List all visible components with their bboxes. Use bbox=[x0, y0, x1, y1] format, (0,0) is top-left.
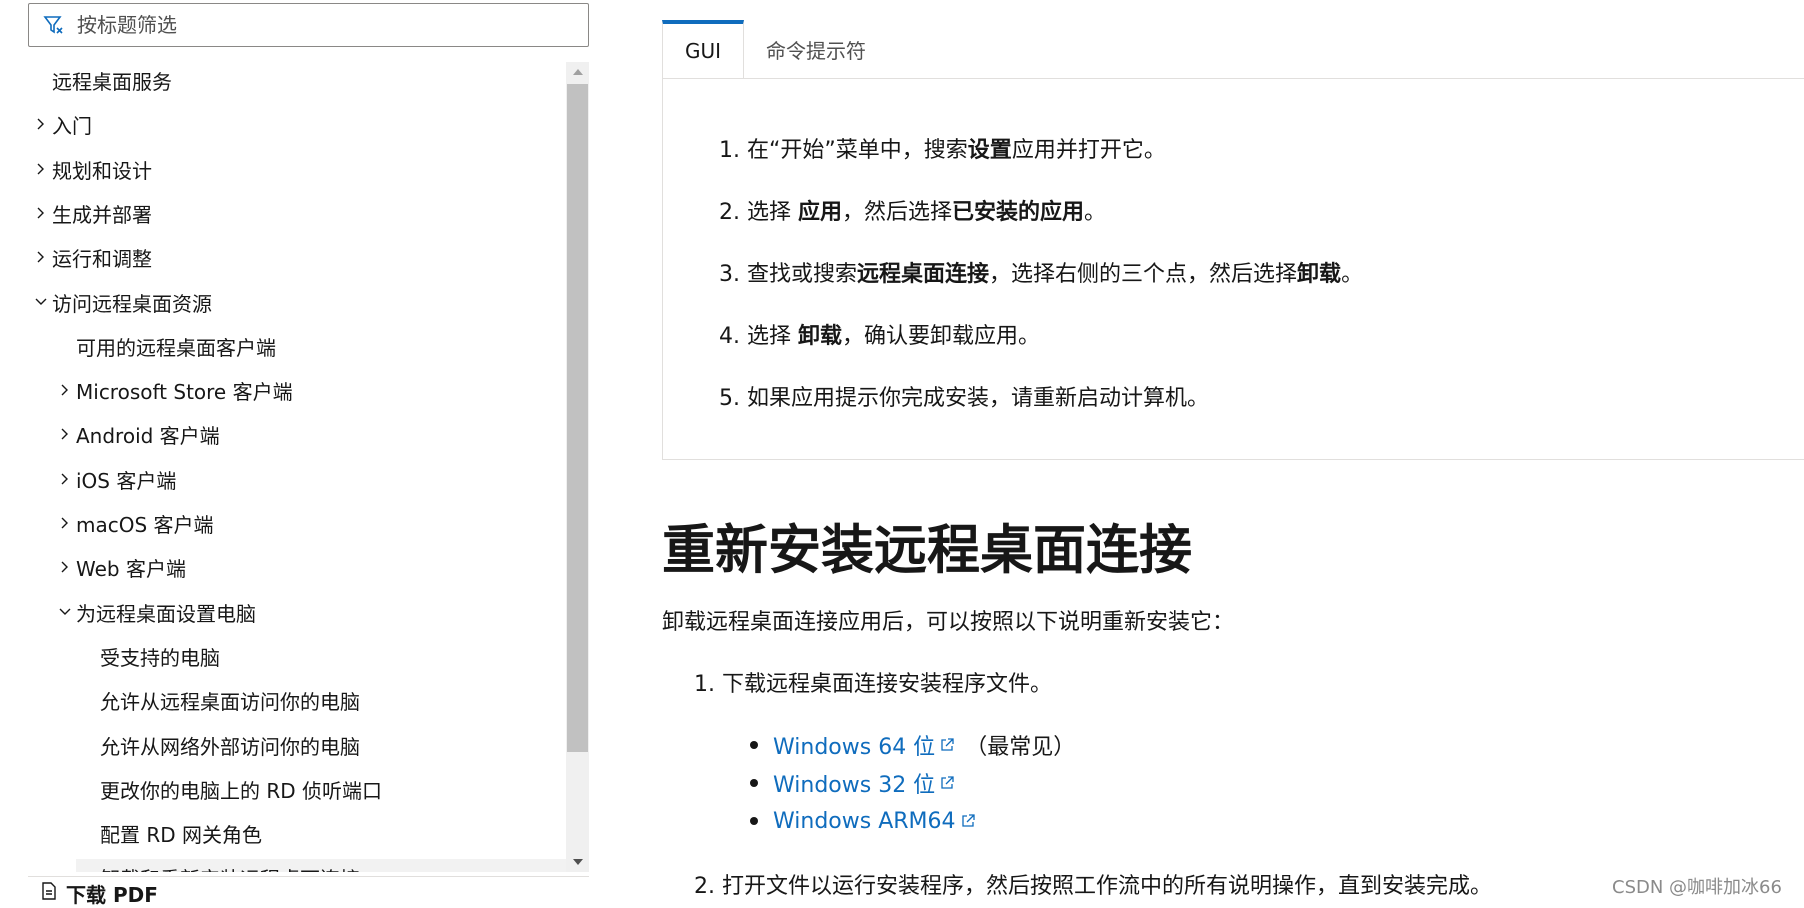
reinstall-step-2: 2. 打开文件以运行安装程序，然后按照工作流中的所有说明操作，直到安装完成。 bbox=[694, 874, 1492, 899]
tab-list: GUI 命令提示符 bbox=[662, 20, 888, 78]
toc-scrollbar[interactable] bbox=[566, 62, 589, 872]
gui-step-emphasis: 卸载 bbox=[798, 324, 843, 349]
tab-command-prompt[interactable]: 命令提示符 bbox=[744, 20, 888, 78]
chevron-right-icon[interactable] bbox=[58, 427, 72, 441]
gui-step-text: ，选择右侧的三个点，然后选择 bbox=[989, 262, 1298, 287]
scroll-thumb[interactable] bbox=[567, 84, 588, 752]
bullet bbox=[750, 741, 758, 749]
chevron-right-icon[interactable] bbox=[58, 516, 72, 530]
bullet bbox=[750, 817, 758, 825]
download-link-item: Windows ARM64 bbox=[750, 802, 1075, 840]
scroll-down-arrow-icon[interactable] bbox=[566, 852, 589, 872]
toc-divider bbox=[28, 876, 589, 877]
reinstall-step-1: 1. 下载远程桌面连接安装程序文件。 bbox=[694, 672, 1052, 697]
section-intro: 卸载远程桌面连接应用后，可以按照以下说明重新安装它： bbox=[662, 610, 1235, 635]
download-link[interactable]: Windows 32 位 bbox=[773, 767, 955, 799]
pdf-icon bbox=[42, 881, 56, 905]
gui-step-number: 1. bbox=[719, 138, 740, 163]
toc-item[interactable]: 卸载和重新安装远程桌面连接 bbox=[76, 859, 566, 872]
chevron-right-icon[interactable] bbox=[58, 560, 72, 574]
gui-step-emphasis: 设置 bbox=[967, 138, 1012, 163]
toc-item-label: 为远程桌面设置电脑 bbox=[76, 601, 256, 626]
chevron-right-icon[interactable] bbox=[34, 250, 48, 264]
toc-item-label: Microsoft Store 客户端 bbox=[76, 379, 293, 404]
download-link[interactable]: Windows ARM64 bbox=[773, 809, 976, 834]
gui-step-text: 查找或搜索 bbox=[747, 262, 858, 287]
filter-icon bbox=[43, 14, 65, 36]
toc-item-label: 受支持的电脑 bbox=[100, 645, 220, 670]
gui-step-emphasis: 应用 bbox=[798, 200, 843, 225]
toc-item-label: 远程桌面服务 bbox=[52, 69, 172, 94]
download-link[interactable]: Windows 64 位 bbox=[773, 729, 955, 761]
toc-item-label: 更改你的电脑上的 RD 侦听端口 bbox=[100, 778, 383, 803]
gui-step: 1. 在“开始”菜单中，搜索设置应用并打开它。 bbox=[719, 132, 1166, 164]
gui-step-emphasis: 远程桌面连接 bbox=[857, 262, 990, 287]
gui-step-text: 选择 bbox=[747, 200, 798, 225]
external-link-icon bbox=[939, 775, 955, 791]
toc-item-label: macOS 客户端 bbox=[76, 512, 214, 537]
chevron-right-icon[interactable] bbox=[58, 472, 72, 486]
toc-item-label: Android 客户端 bbox=[76, 423, 220, 448]
toc-item-label: 运行和调整 bbox=[52, 246, 152, 271]
gui-step-text: 。 bbox=[1341, 262, 1364, 287]
gui-step-text: 。 bbox=[1084, 200, 1107, 225]
toc-item-label: 规划和设计 bbox=[52, 158, 152, 183]
gui-step-number: 5. bbox=[719, 386, 740, 411]
gui-step-emphasis: 卸载 bbox=[1297, 262, 1342, 287]
section-heading: 重新安装远程桌面连接 bbox=[662, 520, 1192, 581]
toc-item-label: 入门 bbox=[52, 113, 92, 138]
gui-step-number: 2. bbox=[719, 200, 740, 225]
toc-item-label: 访问远程桌面资源 bbox=[52, 291, 212, 316]
chevron-right-icon[interactable] bbox=[34, 206, 48, 220]
gui-step: 5. 如果应用提示你完成安装，请重新启动计算机。 bbox=[719, 380, 1209, 412]
external-link-icon bbox=[960, 813, 976, 829]
gui-step-emphasis: 已安装的应用 bbox=[952, 200, 1085, 225]
scroll-up-arrow-icon[interactable] bbox=[566, 62, 589, 82]
toc-item-label: 生成并部署 bbox=[52, 202, 152, 227]
download-pdf-link[interactable]: 下载 PDF bbox=[42, 880, 158, 907]
download-link-label: Windows 64 位 bbox=[773, 735, 936, 760]
download-link-label: Windows ARM64 bbox=[773, 808, 956, 834]
gui-step-text: ，确认要卸载应用。 bbox=[842, 324, 1041, 349]
filter-input[interactable] bbox=[75, 12, 588, 38]
gui-step-text: 如果应用提示你完成安装，请重新启动计算机。 bbox=[747, 386, 1210, 411]
gui-step-number: 4. bbox=[719, 324, 740, 349]
gui-step: 2. 选择 应用，然后选择已安装的应用。 bbox=[719, 194, 1106, 226]
download-link-label: Windows 32 位 bbox=[773, 773, 936, 798]
download-link-note: （最常见） bbox=[965, 735, 1076, 760]
gui-step-text: 在“开始”菜单中，搜索 bbox=[747, 138, 968, 163]
toc-item-label: iOS 客户端 bbox=[76, 468, 177, 493]
bullet bbox=[750, 779, 758, 787]
download-links-list: Windows 64 位 （最常见） Windows 32 位 Windows ARM… bbox=[750, 726, 1075, 840]
watermark: CSDN @咖啡加冰66 bbox=[1612, 877, 1782, 898]
toc-item-label: 卸载和重新安装远程桌面连接 bbox=[100, 863, 360, 873]
tab-gui[interactable]: GUI bbox=[662, 20, 745, 78]
chevron-right-icon[interactable] bbox=[58, 383, 72, 397]
gui-step: 4. 选择 卸载，确认要卸载应用。 bbox=[719, 318, 1040, 350]
toc-item-label: 允许从网络外部访问你的电脑 bbox=[100, 734, 360, 759]
table-of-contents: 远程桌面服务 入门规划和设计生成并部署运行和调整访问远程桌面资源可用的远程桌面客户… bbox=[28, 62, 566, 872]
toc-item-label: Web 客户端 bbox=[76, 556, 186, 581]
gui-step-text: ，然后选择 bbox=[842, 200, 953, 225]
chevron-right-icon[interactable] bbox=[34, 162, 48, 176]
chevron-down-icon[interactable] bbox=[58, 605, 72, 619]
download-link-item: Windows 64 位 （最常见） bbox=[750, 726, 1075, 764]
toc-item-label: 允许从远程桌面访问你的电脑 bbox=[100, 689, 360, 714]
tab-panel-gui: 1. 在“开始”菜单中，搜索设置应用并打开它。 2. 选择 应用，然后选择已安装的… bbox=[662, 78, 1804, 460]
external-link-icon bbox=[939, 737, 955, 753]
toc-filter[interactable] bbox=[28, 3, 589, 47]
chevron-down-icon[interactable] bbox=[34, 295, 48, 309]
download-pdf-label: 下载 PDF bbox=[66, 882, 158, 907]
gui-step-text: 应用并打开它。 bbox=[1011, 138, 1166, 163]
gui-step-number: 3. bbox=[719, 262, 740, 287]
gui-step-text: 选择 bbox=[747, 324, 798, 349]
chevron-right-icon[interactable] bbox=[34, 117, 48, 131]
toc-item-label: 配置 RD 网关角色 bbox=[100, 822, 263, 847]
download-link-item: Windows 32 位 bbox=[750, 764, 1075, 802]
gui-step: 3. 查找或搜索远程桌面连接，选择右侧的三个点，然后选择卸载。 bbox=[719, 256, 1363, 288]
toc-item-label: 可用的远程桌面客户端 bbox=[76, 335, 276, 360]
